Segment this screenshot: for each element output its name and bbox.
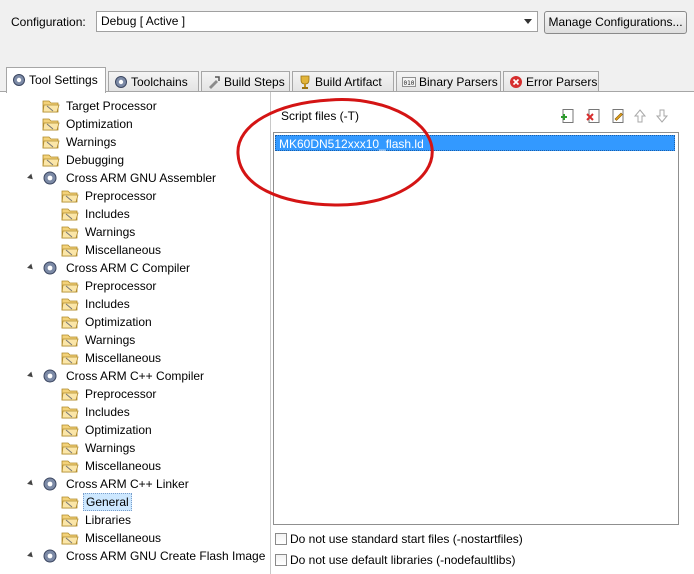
folder-icon — [61, 388, 79, 401]
tree-item-label: Warnings — [85, 225, 136, 239]
folder-icon — [61, 208, 79, 221]
tree-item-label: Preprocessor — [85, 279, 157, 293]
folder-icon — [61, 316, 79, 329]
tree-item-label: General — [83, 493, 132, 511]
build-steps-icon — [209, 76, 220, 89]
configuration-bar: Configuration: Debug [ Active ] Manage C… — [0, 0, 694, 64]
gear-icon — [43, 477, 57, 491]
folder-icon — [42, 118, 60, 131]
tree-item-label: Cross ARM GNU Assembler — [66, 171, 217, 185]
nodefaultlibs-checkbox[interactable] — [275, 554, 287, 566]
move-down-icon[interactable] — [654, 108, 670, 124]
trophy-icon — [300, 75, 310, 89]
folder-icon — [61, 352, 79, 365]
folder-icon — [42, 100, 60, 113]
expand-toggle-icon[interactable] — [27, 371, 35, 380]
tree-item-label: Includes — [85, 207, 130, 221]
gear-icon — [115, 76, 127, 88]
folder-icon — [61, 280, 79, 293]
binary-icon: 010 — [402, 77, 416, 87]
tab-tool-settings[interactable]: Tool Settings — [6, 67, 106, 93]
tree-item-label: Optimization — [85, 315, 152, 329]
folder-icon — [61, 226, 79, 239]
tab-label: Toolchains — [131, 75, 188, 89]
tab-label: Binary Parsers — [419, 75, 498, 89]
tree-item-label: Preprocessor — [85, 189, 157, 203]
tab-label: Tool Settings — [29, 73, 98, 87]
gear-icon — [13, 74, 25, 86]
configuration-value: Debug [ Active ] — [101, 14, 186, 28]
tree-item-label: Miscellaneous — [85, 459, 162, 473]
folder-icon — [61, 442, 79, 455]
tree-item-label: Cross ARM GNU Create Flash Image — [66, 549, 266, 563]
tree-item-label: Warnings — [85, 441, 136, 455]
tree-item-label: Miscellaneous — [85, 531, 162, 545]
tree-item-label: Warnings — [66, 135, 117, 149]
tree-item-label: Includes — [85, 297, 130, 311]
expand-toggle-icon[interactable] — [27, 479, 35, 488]
nostartfiles-checkbox[interactable] — [275, 533, 287, 545]
script-files-toolbar — [560, 108, 670, 126]
gear-icon — [43, 261, 57, 275]
tab-label: Build Artifact — [315, 75, 382, 89]
folder-icon — [61, 244, 79, 257]
expand-toggle-icon[interactable] — [27, 263, 35, 272]
tree-item-label: Includes — [85, 405, 130, 419]
folder-icon — [61, 334, 79, 347]
configuration-select[interactable]: Debug [ Active ] — [96, 11, 538, 32]
option-label: Do not use standard start files (-nostar… — [290, 532, 523, 546]
edit-file-icon[interactable] — [610, 108, 626, 124]
folder-icon — [61, 190, 79, 203]
chevron-down-icon — [524, 19, 532, 24]
tree-item-label: Miscellaneous — [85, 351, 162, 365]
tab-toolchains[interactable]: Toolchains — [108, 71, 199, 92]
folder-icon — [61, 298, 79, 311]
error-icon — [510, 76, 522, 88]
tree-item-label: Cross ARM C++ Linker — [66, 477, 189, 491]
folder-icon — [61, 460, 79, 473]
tree-item-label: Optimization — [66, 117, 133, 131]
tree-item-label: Libraries — [85, 513, 132, 527]
tree-item-label: Miscellaneous — [85, 243, 162, 257]
tree-item-label: Cross ARM C++ Compiler — [66, 369, 205, 383]
tree-item-label: Cross ARM C Compiler — [66, 261, 191, 275]
tab-label: Build Steps — [224, 75, 285, 89]
tree-item-label: Debugging — [66, 153, 125, 167]
tree-item-label: Warnings — [85, 333, 136, 347]
expand-toggle-icon[interactable] — [27, 551, 35, 560]
add-file-icon[interactable] — [560, 108, 576, 124]
move-up-icon[interactable] — [632, 108, 648, 124]
gear-icon — [43, 549, 57, 563]
annotation-ellipse — [236, 98, 434, 207]
expand-toggle-icon[interactable] — [27, 173, 35, 182]
delete-file-icon[interactable] — [586, 108, 602, 124]
folder-icon — [42, 154, 60, 167]
tab-error-parsers[interactable]: Error Parsers — [503, 71, 599, 92]
folder-icon — [61, 424, 79, 437]
folder-icon — [61, 406, 79, 419]
tree-item-label: Optimization — [85, 423, 152, 437]
manage-configurations-button[interactable]: Manage Configurations... — [544, 11, 687, 34]
folder-icon — [61, 514, 79, 527]
option-label: Do not use default libraries (-nodefault… — [290, 553, 516, 567]
gear-icon — [43, 171, 57, 185]
svg-text:010: 010 — [404, 80, 415, 87]
folder-icon — [61, 532, 79, 545]
tree-item-label: Target Processor — [66, 99, 157, 113]
folder-icon — [61, 496, 79, 509]
tab-label: Error Parsers — [526, 75, 598, 89]
gear-icon — [43, 369, 57, 383]
folder-icon — [42, 136, 60, 149]
tree-item-label: Preprocessor — [85, 387, 157, 401]
configuration-label: Configuration: — [11, 15, 86, 29]
